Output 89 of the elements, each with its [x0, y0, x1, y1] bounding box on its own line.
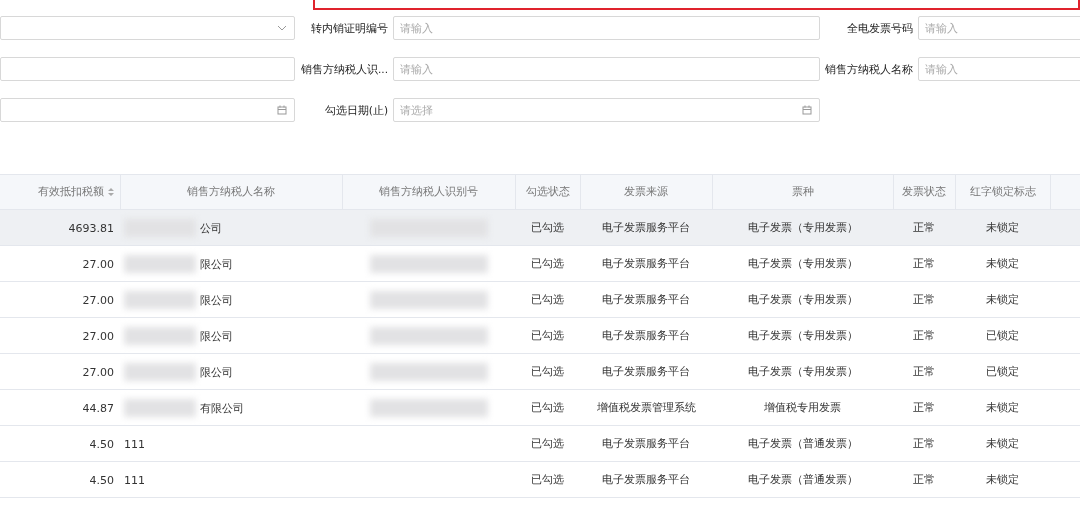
input-field[interactable]: 请输入: [393, 16, 820, 40]
table-cell: 4693.81: [68, 221, 114, 235]
table-cell: 44.87: [82, 401, 114, 415]
table-cell: 正常: [913, 257, 935, 270]
table-cell: 电子发票（专用发票）: [747, 329, 858, 342]
table-cell: 电子发票（专用发票）: [747, 365, 858, 378]
field-label: 销售方纳税人名称: [824, 62, 914, 77]
table-cell: 未锁定: [986, 401, 1019, 414]
header-cell: [1050, 174, 1080, 210]
table-cell: 111: [124, 437, 145, 451]
header-cell: 发票状态: [893, 174, 955, 210]
date-field[interactable]: [0, 98, 295, 122]
input-field[interactable]: [0, 57, 295, 81]
table-row[interactable]: 27.00 限公司 已勾选 电子发票服务平台 电子发票（专用发票） 正常 未锁定: [0, 281, 1080, 318]
table-cell: 限公司: [200, 365, 233, 378]
table-cell: 已勾选: [531, 473, 564, 486]
table-cell: 未锁定: [986, 221, 1019, 234]
table-cell: 限公司: [200, 257, 233, 270]
table-cell: 27.00: [82, 257, 114, 271]
input-field[interactable]: 请输入: [393, 57, 820, 81]
table-row[interactable]: 44.87 有限公司 已勾选 增值税发票管理系统 增值税专用发票 正常 未锁定: [0, 389, 1080, 426]
table-cell: 增值税发票管理系统: [596, 401, 696, 414]
table-cell: 4.50: [89, 473, 114, 487]
table-cell: 已勾选: [531, 221, 564, 234]
table-cell: 电子发票（普通发票）: [747, 473, 858, 486]
table-cell: 正常: [913, 473, 935, 486]
table-cell: 111: [124, 473, 145, 487]
table-cell: 公司: [200, 221, 222, 234]
table-row[interactable]: 4.50 111 已勾选 电子发票服务平台 电子发票（普通发票） 正常 未锁定: [0, 425, 1080, 462]
header-cell: 红字锁定标志: [955, 174, 1050, 210]
select-field[interactable]: [0, 16, 295, 40]
table-row[interactable]: 27.00 限公司 已勾选 电子发票服务平台 电子发票（专用发票） 正常 未锁定: [0, 245, 1080, 282]
table-cell: 已勾选: [531, 293, 564, 306]
calendar-icon: [277, 105, 287, 115]
table-cell: 电子发票（专用发票）: [747, 257, 858, 270]
header-cell: 勾选状态: [515, 174, 580, 210]
table-cell: 正常: [913, 329, 935, 342]
field-label: 销售方纳税人识...: [300, 62, 389, 77]
table-cell: 电子发票（普通发票）: [747, 437, 858, 450]
table-row[interactable]: 4693.81 公司 已勾选 电子发票服务平台 电子发票（专用发票） 正常 未锁定: [0, 209, 1080, 246]
table-cell: 27.00: [82, 365, 114, 379]
date-field[interactable]: 请选择: [393, 98, 820, 122]
table-cell: 电子发票服务平台: [602, 365, 690, 378]
table-row[interactable]: 4.50 111 已勾选 电子发票服务平台 电子发票（普通发票） 正常 未锁定: [0, 461, 1080, 498]
table-cell: 电子发票服务平台: [602, 437, 690, 450]
table-cell: 电子发票（专用发票）: [747, 221, 858, 234]
table-cell: 增值税专用发票: [764, 401, 841, 414]
table-cell: 限公司: [200, 293, 233, 306]
header-cell: 销售方纳税人识别号: [342, 174, 515, 210]
table-cell: 未锁定: [986, 257, 1019, 270]
table-cell: 电子发票服务平台: [602, 293, 690, 306]
table-cell: 27.00: [82, 293, 114, 307]
table-cell: 已勾选: [531, 257, 564, 270]
table-cell: 电子发票服务平台: [602, 473, 690, 486]
table-cell: 已勾选: [531, 437, 564, 450]
table-cell: 未锁定: [986, 293, 1019, 306]
calendar-icon: [802, 105, 812, 115]
table-cell: 电子发票服务平台: [602, 329, 690, 342]
header-cell: 销售方纳税人名称: [120, 174, 342, 210]
table-cell: 正常: [913, 437, 935, 450]
table-cell: 未锁定: [986, 473, 1019, 486]
table-cell: 电子发票服务平台: [602, 221, 690, 234]
table-cell: 有限公司: [200, 401, 244, 414]
table-cell: 已锁定: [986, 365, 1019, 378]
input-field[interactable]: 请输入: [918, 57, 1080, 81]
table-cell: 电子发票服务平台: [602, 257, 690, 270]
input-field[interactable]: 请输入: [918, 16, 1080, 40]
field-label: 勾选日期(止): [323, 103, 389, 118]
field-label: 转内销证明编号: [310, 21, 389, 36]
table-cell: 已锁定: [986, 329, 1019, 342]
table-cell: 已勾选: [531, 401, 564, 414]
table-cell: 限公司: [200, 329, 233, 342]
caret-icon: [277, 25, 287, 31]
table-cell: 27.00: [82, 329, 114, 343]
table-cell: 已勾选: [531, 365, 564, 378]
table-cell: 未锁定: [986, 437, 1019, 450]
table-cell: 正常: [913, 401, 935, 414]
header-cell: 有效抵扣税额: [0, 174, 120, 210]
header-cell: 发票来源: [580, 174, 712, 210]
table-cell: 正常: [913, 221, 935, 234]
field-label: 全电发票号码: [846, 21, 914, 36]
table-cell: 正常: [913, 293, 935, 306]
table-cell: 4.50: [89, 437, 114, 451]
header-cell: 票种: [712, 174, 893, 210]
table-cell: 电子发票（专用发票）: [747, 293, 858, 306]
table-row[interactable]: 27.00 限公司 已勾选 电子发票服务平台 电子发票（专用发票） 正常 已锁定: [0, 317, 1080, 354]
table-row[interactable]: 27.00 限公司 已勾选 电子发票服务平台 电子发票（专用发票） 正常 已锁定: [0, 353, 1080, 390]
table-cell: 已勾选: [531, 329, 564, 342]
table-cell: 正常: [913, 365, 935, 378]
